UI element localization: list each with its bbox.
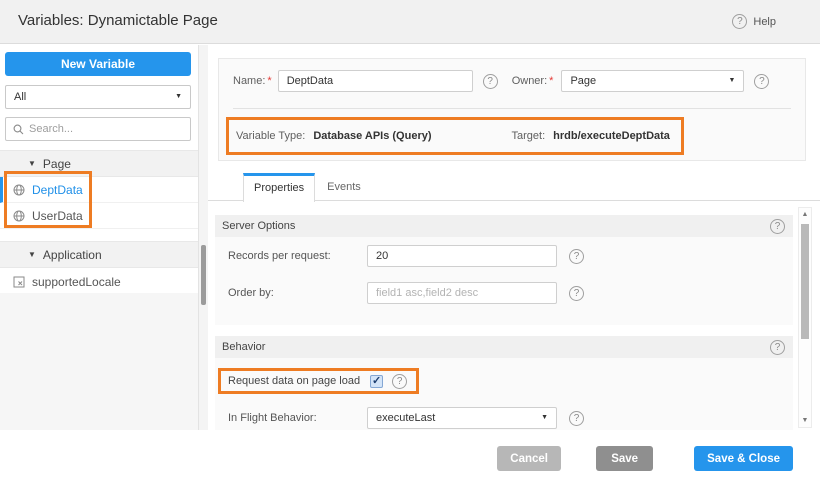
chevron-down-icon: ▼ <box>729 71 736 91</box>
content-scrollbar[interactable]: ▲ ▼ <box>798 207 812 428</box>
variables-sidebar: New Variable All ▼ ▼ Page DeptData <box>0 45 198 430</box>
sidebar-item-deptdata[interactable]: DeptData <box>0 177 198 203</box>
records-help-icon[interactable]: ? <box>569 249 584 264</box>
variable-detail-panel: Name: * ? Owner: * Page ▼ ? Variable Typ… <box>208 45 820 430</box>
name-label: Name: <box>233 75 265 87</box>
help-button[interactable]: ? Help <box>732 14 776 29</box>
scroll-up-icon[interactable]: ▲ <box>799 211 811 218</box>
help-icon: ? <box>732 14 747 29</box>
request-on-load-help-icon[interactable]: ? <box>392 374 407 389</box>
dialog-titlebar: Variables: Dynamictable Page ? Help <box>0 0 820 44</box>
owner-label: Owner: <box>512 75 547 87</box>
order-by-help-icon[interactable]: ? <box>569 286 584 301</box>
in-flight-behavior-label: In Flight Behavior: <box>228 412 367 424</box>
content-scrollbar-thumb[interactable] <box>801 224 809 339</box>
detail-tabbar: Properties Events <box>208 172 820 201</box>
order-by-label: Order by: <box>228 287 367 299</box>
model-variable-icon <box>13 276 25 288</box>
service-variable-icon <box>13 184 25 196</box>
owner-selected-value: Page <box>570 75 596 87</box>
section-title: Behavior <box>222 341 265 353</box>
dialog-footer: Cancel Save Save & Close <box>0 430 820 488</box>
required-marker: * <box>549 75 553 87</box>
filter-selected-value: All <box>14 91 26 103</box>
records-per-request-label: Records per request: <box>228 250 367 262</box>
in-flight-help-icon[interactable]: ? <box>569 411 584 426</box>
service-variable-icon <box>13 210 25 222</box>
tree-group-label: Page <box>43 157 71 171</box>
owner-help-icon[interactable]: ? <box>754 74 769 89</box>
in-flight-selected-value: executeLast <box>376 412 435 424</box>
save-button[interactable]: Save <box>596 446 653 471</box>
name-help-icon[interactable]: ? <box>483 74 498 89</box>
variable-summary-card: Name: * ? Owner: * Page ▼ ? Variable Typ… <box>218 58 806 161</box>
annotation-highlight-box: Variable Type: Database APIs (Query) Tar… <box>226 117 684 155</box>
request-on-page-load-label: Request data on page load <box>228 375 360 387</box>
section-help-icon[interactable]: ? <box>770 219 785 234</box>
sidebar-scrollbar[interactable] <box>198 45 208 430</box>
variable-type-value: Database APIs (Query) <box>313 130 431 142</box>
tree-spacer <box>0 229 198 241</box>
tab-events[interactable]: Events <box>315 174 373 201</box>
scroll-down-icon[interactable]: ▼ <box>799 417 811 424</box>
properties-tab-content: Server Options ? Records per request: ? … <box>215 202 793 430</box>
help-label: Help <box>753 16 776 28</box>
check-icon: ✓ <box>372 375 381 387</box>
search-input[interactable] <box>29 123 183 135</box>
cancel-button[interactable]: Cancel <box>497 446 561 471</box>
section-title: Server Options <box>222 220 295 232</box>
save-and-close-button[interactable]: Save & Close <box>694 446 793 471</box>
in-flight-behavior-select[interactable]: executeLast ▼ <box>367 407 557 429</box>
sidebar-item-supportedlocale[interactable]: supportedLocale <box>0 268 198 296</box>
caret-down-icon: ▼ <box>28 159 36 168</box>
variable-filter-select[interactable]: All ▼ <box>5 85 191 109</box>
target-value: hrdb/executeDeptData <box>553 130 670 142</box>
order-by-field[interactable] <box>367 282 557 304</box>
chevron-down-icon: ▼ <box>541 408 548 428</box>
sidebar-empty-area <box>0 293 198 430</box>
tree-group-page[interactable]: ▼ Page <box>0 150 198 177</box>
request-on-page-load-checkbox[interactable]: ✓ <box>370 375 383 388</box>
required-marker: * <box>267 75 271 87</box>
tree-item-label: DeptData <box>32 183 83 197</box>
tab-properties[interactable]: Properties <box>243 173 315 202</box>
divider <box>233 108 791 109</box>
tree-item-label: supportedLocale <box>32 275 121 289</box>
chevron-down-icon: ▼ <box>175 86 182 108</box>
caret-down-icon: ▼ <box>28 250 36 259</box>
annotation-highlight-box: Request data on page load ✓ ? <box>218 368 419 394</box>
records-per-request-field[interactable] <box>367 245 557 267</box>
tree-group-application[interactable]: ▼ Application <box>0 241 198 268</box>
target-label: Target: <box>512 130 546 142</box>
sidebar-item-userdata[interactable]: UserData <box>0 203 198 229</box>
tree-group-label: Application <box>43 248 102 262</box>
search-icon <box>13 124 24 135</box>
owner-select[interactable]: Page ▼ <box>561 70 744 92</box>
section-help-icon[interactable]: ? <box>770 340 785 355</box>
behavior-section: Behavior ? Request data on page load ✓ ?… <box>215 336 793 436</box>
sidebar-scrollbar-thumb[interactable] <box>201 245 206 305</box>
variable-search <box>5 117 191 141</box>
name-field[interactable] <box>278 70 473 92</box>
variables-dialog: Variables: Dynamictable Page ? Help New … <box>0 0 820 488</box>
tree-item-label: UserData <box>32 209 83 223</box>
new-variable-button[interactable]: New Variable <box>5 52 191 76</box>
page-title: Variables: Dynamictable Page <box>18 12 218 29</box>
server-options-section: Server Options ? Records per request: ? … <box>215 215 793 325</box>
variables-tree: ▼ Page DeptData UserData ▼ Application <box>0 150 198 296</box>
variable-type-label: Variable Type: <box>236 130 305 142</box>
